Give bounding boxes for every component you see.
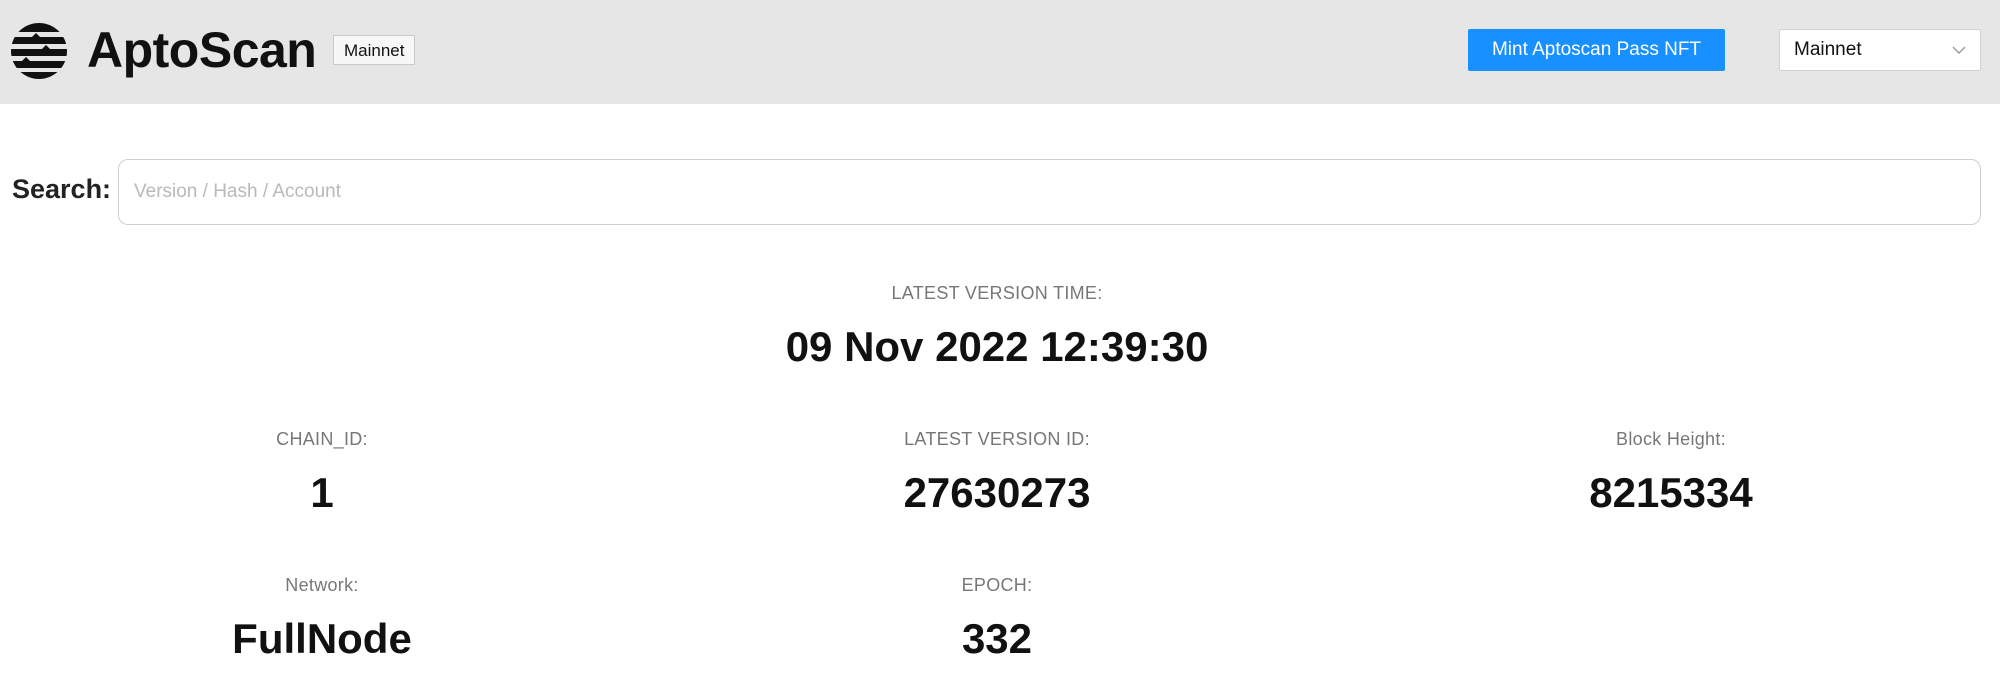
brand-name[interactable]: AptoScan	[87, 18, 317, 82]
latest-version-id-label: LATEST VERSION ID:	[904, 429, 1090, 449]
top-header: AptoScan Mainnet Mint Aptoscan Pass NFT …	[0, 0, 2000, 104]
search-input[interactable]	[118, 159, 1981, 225]
block-height-stat: Block Height: 8215334	[1589, 427, 1753, 519]
network-badge: Mainnet	[333, 35, 416, 65]
mint-pass-nft-button[interactable]: Mint Aptoscan Pass NFT	[1468, 29, 1725, 71]
latest-version-id-value[interactable]: 27630273	[904, 467, 1091, 519]
chain-id-label: CHAIN_ID:	[276, 429, 368, 449]
latest-version-time-label: LATEST VERSION TIME:	[891, 283, 1103, 303]
network-select-value: Mainnet	[1794, 39, 1862, 60]
network-select[interactable]: Mainnet	[1779, 29, 1981, 71]
epoch-label: EPOCH:	[961, 575, 1033, 595]
latest-version-time-stat: LATEST VERSION TIME: 09 Nov 2022 12:39:3…	[786, 281, 1209, 373]
epoch-value: 332	[961, 615, 1033, 662]
network-label: Network:	[285, 575, 359, 595]
latest-version-time-value: 09 Nov 2022 12:39:30	[785, 323, 1209, 370]
chain-id-value: 1	[310, 469, 334, 516]
network-stat: Network: FullNode	[232, 573, 412, 665]
aptos-logo-icon[interactable]	[10, 22, 68, 80]
search-label: Search:	[12, 174, 112, 204]
block-height-label: Block Height:	[1616, 429, 1726, 449]
epoch-stat: EPOCH: 332	[962, 573, 1033, 665]
latest-version-id-stat: LATEST VERSION ID: 27630273	[904, 427, 1091, 519]
chevron-down-icon	[1952, 46, 1966, 54]
block-height-value: 8215334	[1589, 469, 1753, 516]
chain-id-stat: CHAIN_ID: 1	[276, 427, 368, 519]
network-value: FullNode	[232, 615, 412, 662]
